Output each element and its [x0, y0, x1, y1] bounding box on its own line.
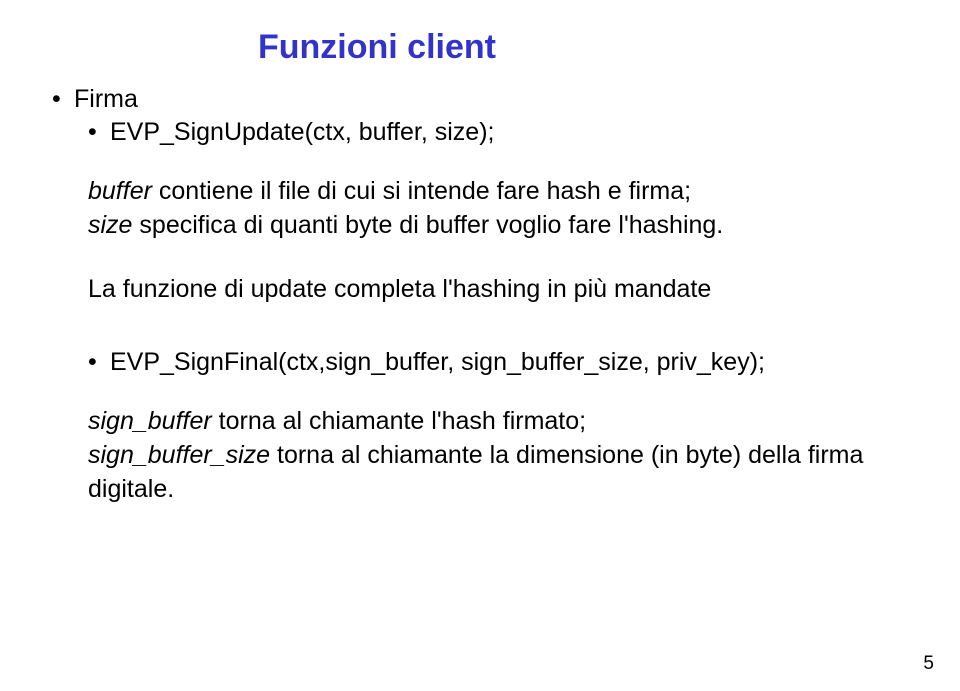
- slide-title: Funzioni client: [258, 28, 908, 67]
- paragraph-text: contiene il file di cui si intende fare …: [152, 177, 691, 205]
- bullet-dot-icon: •: [88, 348, 110, 377]
- page-number: 5: [923, 653, 934, 675]
- paragraph-text: La funzione di update completa l'hashing…: [88, 275, 711, 303]
- paragraph: La funzione di update completa l'hashing…: [88, 273, 908, 307]
- bullet-level2: •EVP_SignFinal(ctx,sign_buffer, sign_buf…: [88, 348, 908, 377]
- bullet-level1-text: Firma: [74, 85, 138, 113]
- code-line: EVP_SignFinal(ctx,sign_buffer, sign_buff…: [110, 348, 765, 376]
- italic-term: size: [88, 211, 132, 239]
- bullet-dot-icon: •: [88, 118, 110, 147]
- paragraph: sign_buffer torna al chiamante l'hash fi…: [88, 405, 908, 506]
- code-line: EVP_SignUpdate(ctx, buffer, size);: [110, 118, 494, 146]
- italic-term: sign_buffer_size: [88, 441, 270, 469]
- paragraph-text: specifica di quanti byte di buffer vogli…: [132, 211, 723, 239]
- paragraph: buffer contiene il file di cui si intend…: [88, 175, 908, 243]
- paragraph-text: torna al chiamante l'hash firmato;: [212, 407, 586, 435]
- italic-term: buffer: [88, 177, 152, 205]
- bullet-level1: •Firma: [52, 85, 908, 114]
- italic-term: sign_buffer: [88, 407, 212, 435]
- bullet-dot-icon: •: [52, 85, 74, 114]
- bullet-level2: •EVP_SignUpdate(ctx, buffer, size);: [88, 118, 908, 147]
